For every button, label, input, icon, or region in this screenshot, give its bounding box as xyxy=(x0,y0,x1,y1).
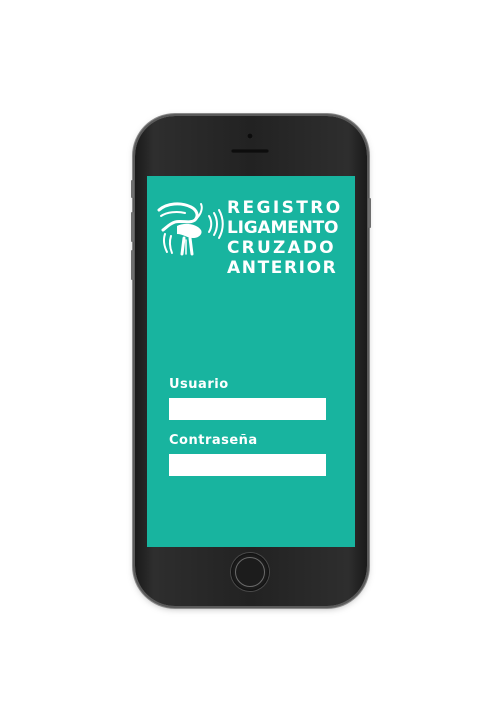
mockup-stage: REGISTRO LIGAMENTO CRUZADO ANTERIOR Usua… xyxy=(0,0,500,722)
username-input[interactable] xyxy=(169,398,326,420)
volume-up-button xyxy=(131,212,134,242)
mute-switch xyxy=(131,180,134,198)
home-button-ring-icon xyxy=(235,557,265,587)
password-label: Contraseña xyxy=(169,433,258,448)
knee-joint-icon xyxy=(157,202,224,256)
app-logo: REGISTRO LIGAMENTO CRUZADO ANTERIOR xyxy=(153,186,353,278)
login-form: Usuario Contraseña xyxy=(169,376,329,476)
password-input[interactable] xyxy=(169,454,326,476)
volume-down-button xyxy=(131,250,134,280)
logo-line-1: REGISTRO xyxy=(227,198,343,218)
app-title: REGISTRO LIGAMENTO CRUZADO ANTERIOR xyxy=(227,198,355,278)
username-label: Usuario xyxy=(169,377,229,392)
logo-line-2: LIGAMENTO xyxy=(227,218,339,238)
app-screen: REGISTRO LIGAMENTO CRUZADO ANTERIOR Usua… xyxy=(147,176,355,547)
front-camera-icon xyxy=(247,133,253,139)
phone-top-bezel xyxy=(135,116,367,176)
power-button xyxy=(368,198,371,228)
logo-line-3: CRUZADO xyxy=(227,238,336,258)
logo-line-4: ANTERIOR xyxy=(227,258,338,278)
phone-device: REGISTRO LIGAMENTO CRUZADO ANTERIOR Usua… xyxy=(131,116,371,606)
home-button[interactable] xyxy=(231,553,269,591)
earpiece-speaker xyxy=(231,149,269,153)
